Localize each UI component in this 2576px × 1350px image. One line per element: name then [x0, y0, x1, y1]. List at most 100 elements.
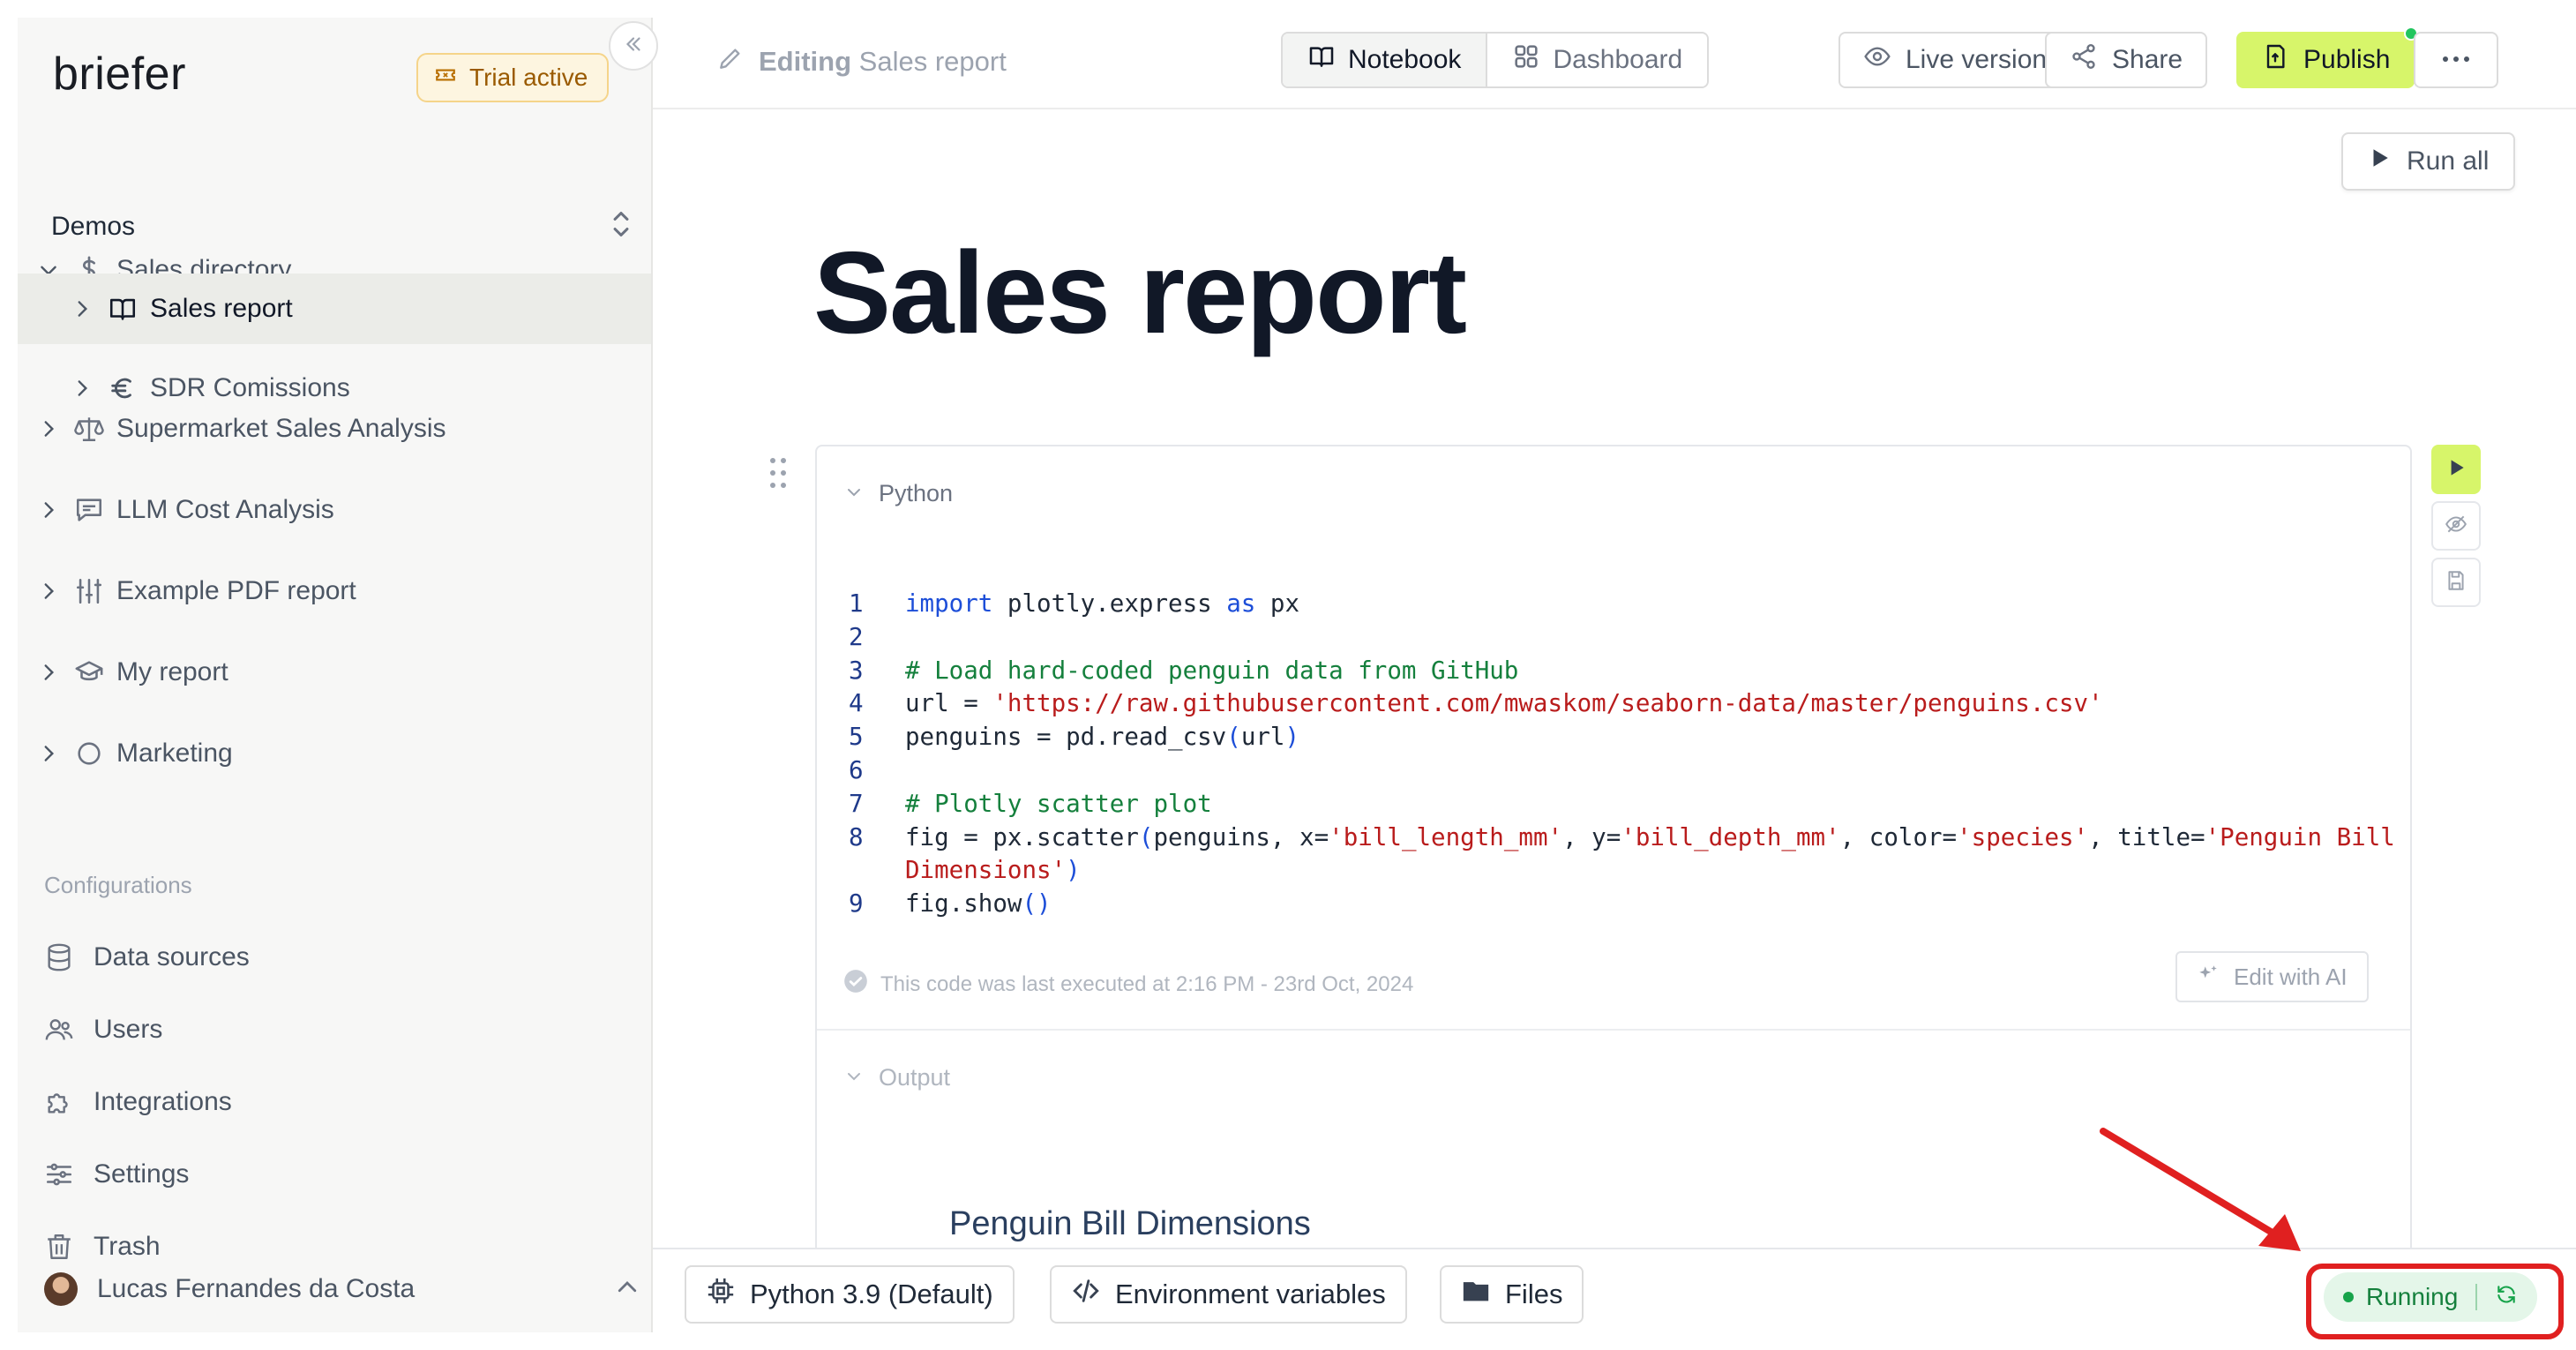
tab-dashboard[interactable]: Dashboard	[1487, 34, 1708, 86]
files-button[interactable]: Files	[1440, 1265, 1584, 1324]
environment-variables-button[interactable]: Environment variables	[1050, 1265, 1407, 1324]
sidebar-item-integrations[interactable]: Integrations	[44, 1087, 232, 1117]
block-divider	[817, 1029, 2410, 1031]
code-line[interactable]: 8 fig = px.scatter(penguins, x='bill_leng…	[849, 821, 2395, 855]
avatar	[44, 1272, 78, 1306]
page-title[interactable]: Sales report	[813, 226, 1467, 359]
code-token: px	[1255, 589, 1300, 618]
code-line[interactable]: 1 import plotly.express as px	[849, 588, 2395, 621]
tree-scroll-fade	[18, 766, 651, 812]
chevron-right-icon[interactable]	[37, 499, 74, 521]
sidebar-item-example-pdf-report[interactable]: Example PDF report	[18, 556, 651, 626]
code-token: fig.show	[905, 889, 1022, 919]
line-number: 9	[849, 889, 864, 919]
line-number: 5	[849, 723, 864, 752]
scale-icon	[74, 414, 104, 444]
code-line[interactable]: 9 fig.show()	[849, 888, 2395, 921]
more-options-button[interactable]	[2414, 32, 2498, 88]
user-menu[interactable]: Lucas Fernandes da Costa	[44, 1272, 640, 1306]
line-number: 3	[849, 656, 864, 685]
output-toggle[interactable]: Output	[845, 1064, 950, 1091]
line-number: 7	[849, 789, 864, 818]
workspace-selector[interactable]: Demos	[51, 208, 633, 244]
collapse-sidebar-button[interactable]	[609, 21, 658, 71]
editing-label: Editing	[759, 46, 852, 77]
run-block-button[interactable]	[2431, 445, 2481, 494]
sidebar-item-supermarket-sales-analysis[interactable]: Supermarket Sales Analysis	[18, 394, 651, 464]
save-icon	[2445, 569, 2467, 596]
trial-active-badge[interactable]: Trial active	[416, 53, 610, 102]
trash-icon	[44, 1232, 74, 1262]
run-all-button[interactable]: Run all	[2341, 132, 2516, 191]
publish-button[interactable]: Publish	[2236, 26, 2419, 88]
database-icon	[44, 942, 74, 972]
code-token: (	[1226, 723, 1241, 752]
sidebar-item-users[interactable]: Users	[44, 1015, 162, 1045]
sidebar-item-my-report[interactable]: My report	[18, 637, 651, 708]
trial-badge-label: Trial active	[469, 64, 588, 91]
sidebar-item-trash[interactable]: Trash	[44, 1232, 161, 1262]
code-token: 'species'	[1957, 822, 2089, 851]
block-type-label: Python	[879, 480, 954, 506]
drag-handle-icon[interactable]	[768, 455, 789, 491]
code-line[interactable]: 7 # Plotly scatter plot	[849, 788, 2395, 821]
python-environment-button[interactable]: Python 3.9 (Default)	[685, 1265, 1015, 1324]
document-title-area[interactable]: Editing Sales report	[716, 44, 1007, 79]
sidebar-item-sales-report[interactable]: Sales report	[18, 274, 651, 344]
code-token: , title=	[2088, 822, 2205, 851]
sidebar-item-label: Users	[94, 1015, 163, 1044]
chevron-up-icon[interactable]	[614, 1274, 640, 1305]
sidebar-item-data-sources[interactable]: Data sources	[44, 942, 250, 972]
sidebar-item-label: My report	[116, 657, 228, 686]
code-token: 'Penguin Bill	[2205, 822, 2395, 851]
code-line[interactable]: 2	[849, 621, 2395, 655]
line-number	[849, 854, 905, 888]
code-token: Dimensions'	[905, 856, 1067, 885]
tab-notebook[interactable]: Notebook	[1283, 34, 1488, 86]
cpu-icon	[706, 1276, 736, 1313]
hide-code-button[interactable]	[2431, 501, 2481, 551]
code-line[interactable]: 6	[849, 754, 2395, 788]
chevron-right-icon[interactable]	[37, 661, 74, 684]
block-header-toggle[interactable]: Python	[845, 480, 953, 507]
sidebar-item-label: Trash	[94, 1232, 161, 1261]
chevron-up-down-icon	[609, 208, 633, 244]
circle-icon	[74, 739, 104, 769]
ticket-icon	[434, 64, 457, 93]
share-button[interactable]: Share	[2045, 32, 2208, 88]
code-token: 'bill_depth_mm'	[1621, 822, 1840, 851]
sliders-icon	[74, 576, 104, 606]
sidebar-item-label: Marketing	[116, 739, 233, 768]
briefer-logo[interactable]: briefer	[53, 48, 186, 101]
code-token: plotly.express	[992, 589, 1227, 618]
code-line[interactable]: 4 url = 'https://raw.githubusercontent.co…	[849, 687, 2395, 721]
grid-icon	[1512, 42, 1540, 78]
sidebar-item-llm-cost-analysis[interactable]: LLM Cost Analysis	[18, 475, 651, 545]
configurations-heading: Configurations	[44, 872, 192, 898]
save-block-button[interactable]	[2431, 558, 2481, 607]
users-icon	[44, 1015, 74, 1045]
code-line[interactable]: Dimensions')	[849, 854, 2395, 888]
user-name: Lucas Fernandes da Costa	[97, 1274, 416, 1303]
line-number: 8	[849, 822, 864, 851]
code-line[interactable]: 5 penguins = pd.read_csv(url)	[849, 721, 2395, 754]
edit-with-ai-button[interactable]: Edit with AI	[2175, 951, 2369, 1002]
book-open-icon	[1307, 42, 1336, 78]
graduation-cap-icon	[74, 657, 104, 687]
chevron-right-icon[interactable]	[37, 580, 74, 603]
chevron-right-icon[interactable]	[37, 417, 74, 440]
chevron-right-icon[interactable]	[37, 742, 74, 765]
live-version-button[interactable]: Live version	[1838, 32, 2072, 88]
sidebar-item-settings[interactable]: Settings	[44, 1159, 189, 1189]
sidebar-item-label: Data sources	[94, 942, 250, 971]
code-token: , y=	[1562, 822, 1621, 851]
code-icon	[1071, 1276, 1101, 1313]
code-token: url	[1240, 723, 1285, 752]
document-name[interactable]: Sales report	[859, 46, 1007, 77]
chevron-right-icon[interactable]	[71, 297, 108, 320]
execution-status: This code was last executed at 2:16 PM -…	[843, 969, 1413, 1000]
folder-icon	[1461, 1276, 1491, 1313]
code-line[interactable]: 3 # Load hard-coded penguin data from Git…	[849, 655, 2395, 688]
code-editor[interactable]: 1 import plotly.express as px 2 3 # Load ha…	[849, 588, 2395, 921]
chat-icon	[74, 495, 104, 525]
